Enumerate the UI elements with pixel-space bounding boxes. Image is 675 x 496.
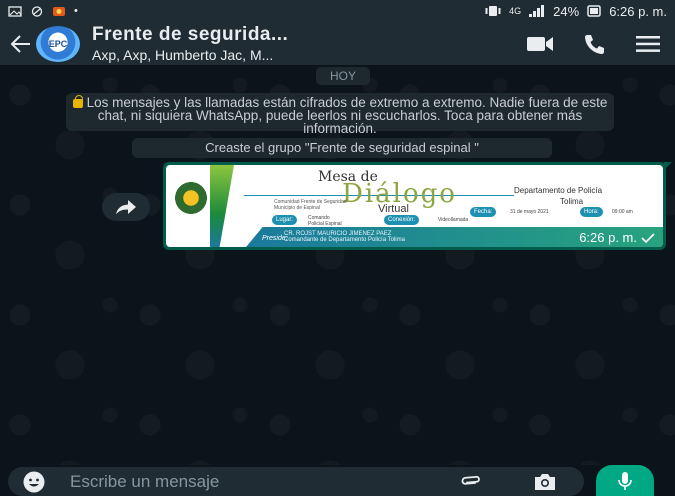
camera-icon [535, 474, 555, 490]
poster-preside-line2: Comandante de Departamento Policía Tolim… [284, 237, 405, 243]
voice-message-button[interactable] [596, 465, 654, 496]
date-chip: HOY [316, 67, 370, 85]
poster-lugar-value: Comando Policial Espinal [308, 215, 342, 227]
poster-hora-value: 09:00 am [612, 209, 633, 215]
group-created-message: Creaste el grupo "Frente de seguridad es… [132, 138, 552, 158]
gallery-icon [8, 5, 22, 17]
notification-app-icon [53, 6, 65, 16]
lock-icon [72, 95, 83, 108]
poster-department-line2: Tolima [560, 197, 584, 206]
encryption-notice[interactable]: Los mensajes y las llamadas están cifrad… [66, 93, 614, 135]
message-timestamp: 6:26 p. m. [579, 230, 637, 245]
arrow-left-icon[interactable] [8, 31, 34, 57]
microphone-icon [618, 471, 632, 490]
voice-call-button[interactable] [567, 24, 621, 64]
chat-area[interactable]: HOY Los mensajes y las llamadas están ci… [0, 65, 675, 465]
emoji-icon [23, 471, 45, 492]
police-shield-logo [174, 179, 208, 217]
poster-fecha-value: 31 de mayo 2021 [510, 209, 549, 215]
menu-icon [636, 35, 660, 52]
emoji-button[interactable] [18, 467, 50, 496]
vibrate-icon [485, 6, 501, 16]
poster-lugar-label: Lugar: [272, 215, 298, 225]
battery-percent: 24% [553, 3, 580, 19]
forward-button[interactable] [102, 193, 150, 221]
paperclip-icon [461, 475, 480, 485]
forward-arrow-icon [116, 200, 136, 215]
poster-preside-text: CR. ROJST MAURICIO JIMENEZ PAEZ Comandan… [284, 231, 405, 243]
status-bar: • 4G 24% 6:26 p. m. [0, 0, 675, 22]
message-composer [8, 467, 584, 496]
composer-bar [0, 465, 675, 496]
camera-button[interactable] [530, 470, 560, 494]
poster-department: Departamento de Policía Tolima [514, 185, 602, 207]
video-call-icon [527, 36, 553, 51]
status-dot: • [74, 5, 78, 17]
encryption-notice-text: Los mensajes y las llamadas están cifrad… [86, 95, 608, 136]
avatar-text: EPC [48, 38, 68, 49]
message-input[interactable] [70, 471, 390, 492]
phone-icon [585, 34, 604, 54]
video-call-button[interactable] [513, 24, 567, 64]
chat-header: EPC Frente de segurida... Axp, Axp, Humb… [0, 22, 675, 65]
chat-title: Frente de segurida... [92, 24, 289, 45]
poster-conexion-label: Conexión: [384, 215, 420, 225]
poster-conexion-value: Videollamada [438, 217, 469, 223]
poster-fecha-label: Fecha: [470, 207, 497, 217]
sent-check-icon [641, 233, 655, 243]
data-saver-icon [31, 5, 43, 17]
battery-icon [587, 5, 601, 17]
signal-icon [529, 5, 545, 17]
chat-title-block[interactable]: Frente de segurida... Axp, Axp, Humberto… [92, 24, 362, 63]
poster-title-sub: Virtual [378, 203, 409, 215]
group-avatar[interactable]: EPC [36, 25, 80, 62]
image-preview[interactable]: Mesa de Diálogo Virtual Comunidad Frente… [166, 165, 663, 247]
poster-hora-label: Hora: [580, 207, 603, 217]
menu-button[interactable] [621, 24, 675, 64]
poster-green-band [210, 165, 234, 247]
poster-community: Comunidad Frente de Seguridad Municipio … [274, 199, 347, 211]
outgoing-image-message[interactable]: Mesa de Diálogo Virtual Comunidad Frente… [163, 162, 672, 250]
clock: 6:26 p. m. [609, 3, 667, 19]
poster-department-line1: Departamento de Policía [514, 186, 603, 195]
network-type: 4G [509, 6, 522, 16]
attach-button[interactable] [456, 470, 484, 494]
chat-participants: Axp, Axp, Humberto Jac, M... [92, 47, 274, 63]
